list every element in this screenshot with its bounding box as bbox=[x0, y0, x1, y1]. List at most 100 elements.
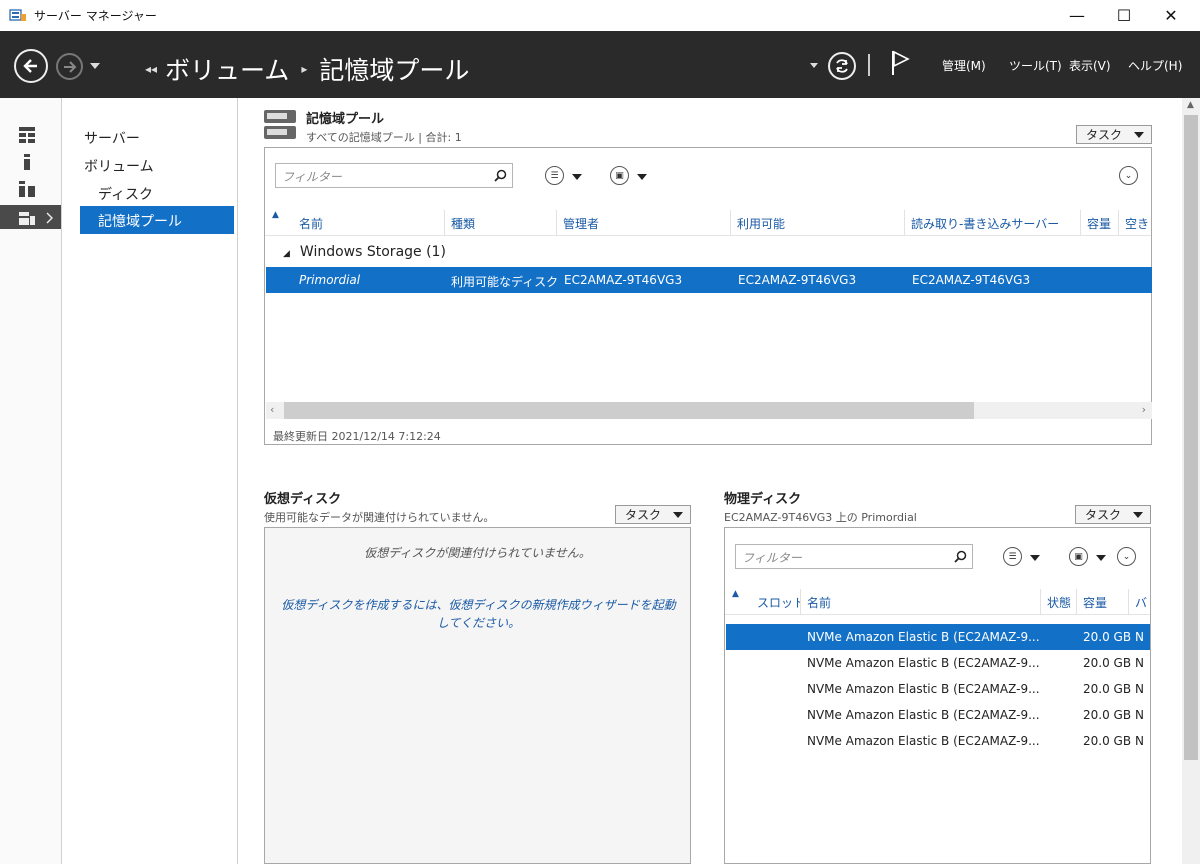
breadcrumb: ◂◂ ボリューム ▸ 記憶域プール bbox=[145, 51, 469, 87]
disk-capacity: 20.0 GB bbox=[1083, 656, 1131, 670]
table-row[interactable]: NVMe Amazon Elastic B (EC2AMAZ-9... 20.0… bbox=[726, 702, 1150, 728]
breadcrumb-dropdown-icon[interactable] bbox=[810, 63, 818, 68]
save-query-icon[interactable]: ▣ bbox=[610, 166, 629, 185]
disk-name: NVMe Amazon Elastic B (EC2AMAZ-9... bbox=[807, 630, 1040, 644]
column-header-name[interactable]: 名前 bbox=[293, 210, 445, 236]
notifications-flag-icon[interactable] bbox=[890, 49, 910, 77]
group-header-windows-storage[interactable]: ◢ Windows Storage (1) bbox=[283, 244, 446, 260]
disk-bus: N bbox=[1135, 734, 1144, 748]
disk-bus: N bbox=[1135, 708, 1144, 722]
breadcrumb-item-volumes[interactable]: ボリューム bbox=[165, 51, 289, 87]
refresh-icon bbox=[836, 59, 848, 73]
disk-capacity: 20.0 GB bbox=[1083, 682, 1131, 696]
refresh-button[interactable] bbox=[828, 52, 856, 80]
storage-pools-title: 記憶域プール bbox=[306, 112, 385, 127]
filter-placeholder: フィルター bbox=[282, 170, 342, 184]
virtual-disks-subtitle: 使用可能なデータが関連付けられていません。 bbox=[264, 511, 495, 524]
disk-bus: N bbox=[1135, 656, 1144, 670]
nav-item-disks[interactable]: ディスク bbox=[98, 184, 153, 204]
close-button[interactable]: ✕ bbox=[1148, 0, 1194, 31]
sort-warning-icon[interactable]: ▲ bbox=[272, 210, 279, 220]
nav-item-volumes[interactable]: ボリューム bbox=[84, 156, 154, 176]
maximize-button[interactable]: ☐ bbox=[1101, 0, 1147, 31]
scroll-left-icon[interactable]: ‹ bbox=[270, 403, 274, 416]
task-dropdown-icon bbox=[1134, 132, 1144, 138]
menu-manage[interactable]: 管理(M) bbox=[942, 57, 986, 74]
expand-collapse-icon[interactable]: ⌄ bbox=[1117, 547, 1136, 566]
pool-available: EC2AMAZ-9T46VG3 bbox=[738, 273, 857, 287]
column-header-rw-server[interactable]: 読み取り-書き込みサーバー bbox=[905, 210, 1081, 236]
vertical-scrollbar-thumb[interactable] bbox=[1184, 115, 1198, 760]
history-dropdown-icon[interactable] bbox=[90, 63, 100, 69]
disk-capacity: 20.0 GB bbox=[1083, 630, 1131, 644]
column-header-available[interactable]: 利用可能 bbox=[731, 210, 905, 236]
physical-disks-subtitle: EC2AMAZ-9T46VG3 上の Primordial bbox=[724, 511, 917, 524]
storage-pool-icon bbox=[264, 110, 296, 139]
list-view-dropdown-icon[interactable] bbox=[1030, 555, 1040, 561]
list-view-dropdown-icon[interactable] bbox=[572, 174, 582, 180]
search-icon[interactable] bbox=[494, 169, 507, 182]
expand-collapse-icon[interactable]: ⌄ bbox=[1119, 166, 1138, 185]
scroll-up-icon[interactable]: ▲ bbox=[1187, 100, 1194, 110]
disk-name: NVMe Amazon Elastic B (EC2AMAZ-9... bbox=[807, 734, 1040, 748]
column-header-manager[interactable]: 管理者 bbox=[557, 210, 731, 236]
column-header-capacity[interactable]: 容量 bbox=[1077, 589, 1129, 615]
menu-tools[interactable]: ツール(T) bbox=[1009, 57, 1062, 74]
nav-item-storage-pools[interactable]: 記憶域プール bbox=[80, 206, 234, 234]
scrollbar-thumb[interactable] bbox=[284, 402, 974, 419]
pool-type: 利用可能なディスク bbox=[451, 275, 559, 289]
nav-item-servers[interactable]: サーバー bbox=[84, 128, 140, 148]
window-title: サーバー マネージャー bbox=[34, 9, 157, 23]
save-query-icon[interactable]: ▣ bbox=[1069, 547, 1088, 566]
storage-pools-task-button[interactable]: タスク bbox=[1076, 125, 1152, 144]
horizontal-scrollbar[interactable]: ‹ › bbox=[266, 402, 1152, 419]
table-row[interactable]: NVMe Amazon Elastic B (EC2AMAZ-9... 20.0… bbox=[726, 676, 1150, 702]
storage-pools-subtitle: すべての記憶域プール | 合計: 1 bbox=[306, 131, 462, 144]
sort-warning-icon[interactable]: ▲ bbox=[732, 589, 739, 599]
table-row[interactable]: NVMe Amazon Elastic B (EC2AMAZ-9... 20.0… bbox=[726, 728, 1150, 754]
list-view-icon[interactable]: ☰ bbox=[545, 166, 564, 185]
save-query-dropdown-icon[interactable] bbox=[1096, 555, 1106, 561]
close-icon: ✕ bbox=[1164, 6, 1178, 25]
column-header-bus[interactable]: バ bbox=[1129, 589, 1150, 615]
virtual-disks-hint-link[interactable]: 仮想ディスクを作成するには、仮想ディスクの新規作成ウィザードを起動してください。 bbox=[277, 596, 680, 632]
physical-disks-filter-input[interactable]: フィルター bbox=[735, 544, 973, 569]
column-header-capacity[interactable]: 容量 bbox=[1081, 210, 1119, 236]
breadcrumb-back-icon[interactable]: ◂◂ bbox=[145, 62, 157, 76]
column-header-name[interactable]: 名前 bbox=[801, 589, 1041, 615]
breadcrumb-item-storage-pools: 記憶域プール bbox=[319, 56, 470, 85]
title-bar: サーバー マネージャー — ☐ ✕ bbox=[0, 0, 1200, 31]
table-row[interactable]: NVMe Amazon Elastic B (EC2AMAZ-9... 20.0… bbox=[726, 650, 1150, 676]
task-dropdown-icon bbox=[673, 512, 683, 518]
search-icon[interactable] bbox=[954, 550, 967, 563]
physical-disks-title: 物理ディスク bbox=[724, 492, 802, 507]
column-header-type[interactable]: 種類 bbox=[445, 210, 557, 236]
table-row[interactable]: Primordial 利用可能なディスク EC2AMAZ-9T46VG3 EC2… bbox=[266, 267, 1152, 293]
left-icon-bar bbox=[0, 98, 62, 864]
file-storage-services-icon bbox=[19, 212, 35, 225]
menu-help[interactable]: ヘルプ(H) bbox=[1128, 57, 1182, 74]
storage-pools-filter-input[interactable]: フィルター bbox=[275, 163, 513, 188]
table-row[interactable]: NVMe Amazon Elastic B (EC2AMAZ-9... 20.0… bbox=[726, 624, 1150, 650]
arrow-right-icon bbox=[63, 60, 76, 73]
column-header-status[interactable]: 状態 bbox=[1041, 589, 1077, 615]
forward-button[interactable] bbox=[56, 53, 83, 80]
virtual-disks-task-button[interactable]: タスク bbox=[615, 505, 691, 524]
server-manager-app-icon bbox=[9, 9, 26, 21]
minimize-button[interactable]: — bbox=[1054, 0, 1100, 31]
column-header-free[interactable]: 空き bbox=[1119, 210, 1151, 236]
dashboard-icon[interactable] bbox=[18, 126, 36, 144]
list-view-icon[interactable]: ☰ bbox=[1003, 547, 1022, 566]
column-header-slot[interactable]: スロット bbox=[751, 589, 801, 615]
back-button[interactable] bbox=[14, 49, 48, 83]
task-label: タスク bbox=[1085, 508, 1122, 522]
local-server-icon[interactable] bbox=[18, 153, 36, 171]
menu-view[interactable]: 表示(V) bbox=[1069, 57, 1111, 74]
save-query-dropdown-icon[interactable] bbox=[637, 174, 647, 180]
collapse-group-icon[interactable]: ◢ bbox=[283, 249, 290, 259]
disk-name: NVMe Amazon Elastic B (EC2AMAZ-9... bbox=[807, 682, 1040, 696]
physical-disks-task-button[interactable]: タスク bbox=[1075, 505, 1151, 524]
scroll-right-icon[interactable]: › bbox=[1142, 403, 1146, 416]
disk-capacity: 20.0 GB bbox=[1083, 708, 1131, 722]
all-servers-icon[interactable] bbox=[18, 180, 36, 198]
